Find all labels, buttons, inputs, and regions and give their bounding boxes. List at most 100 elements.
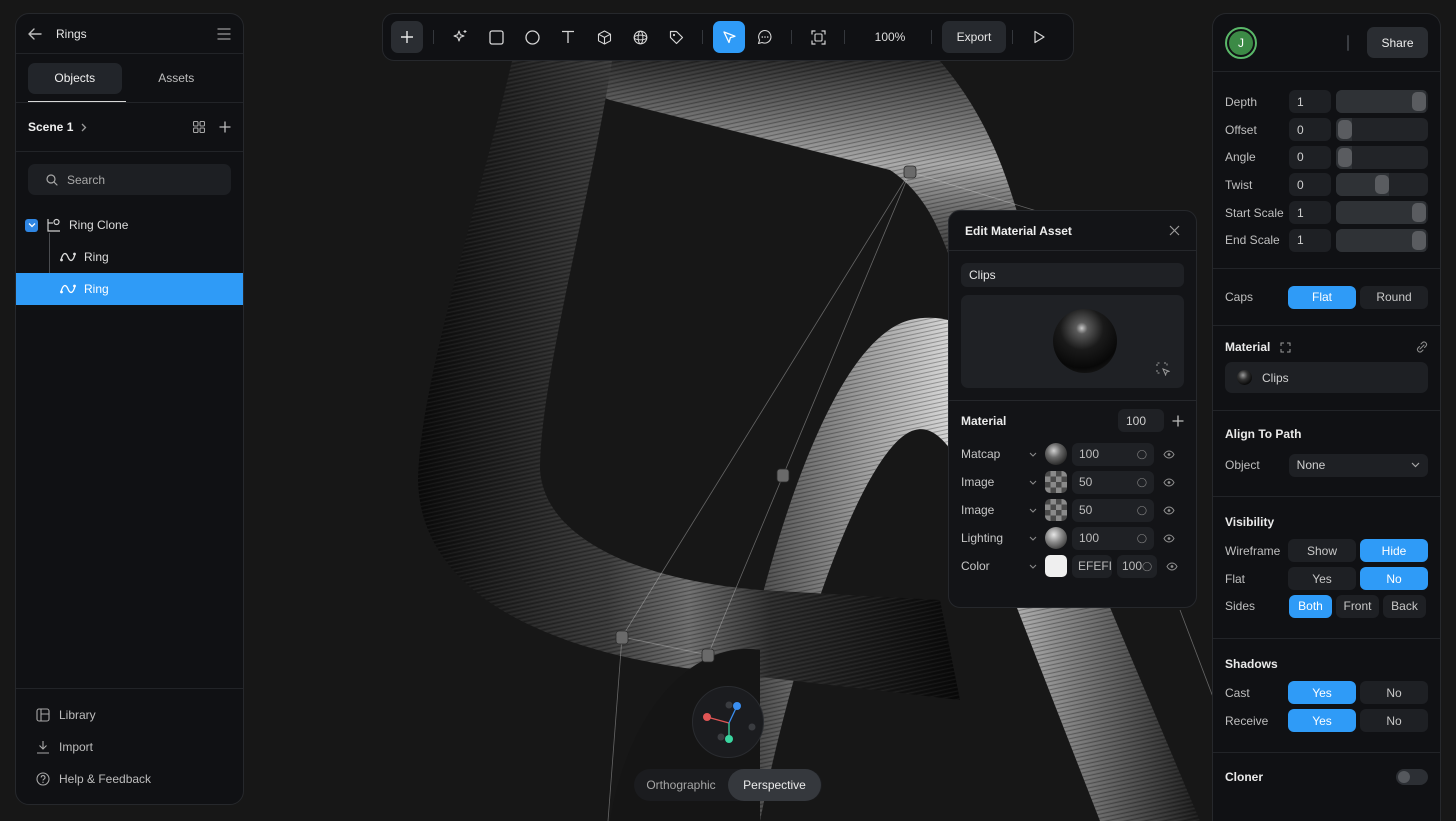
prop-value-input[interactable]: 1 [1289,201,1331,225]
eye-icon[interactable] [1166,561,1178,571]
slider-knob[interactable] [1412,92,1426,112]
material-layer-color[interactable]: Color EFEFI 100 ◯ [949,552,1196,580]
add-scene-icon[interactable] [219,121,231,133]
prop-value-input[interactable]: 0 [1289,118,1331,142]
chevron-right-icon[interactable] [81,123,87,132]
align-object-select[interactable]: None [1288,453,1428,477]
caps-flat-option[interactable]: Flat [1288,285,1356,309]
cast-no-option[interactable]: No [1360,681,1428,705]
material-layer-image[interactable]: Image 50 ◯ [949,496,1196,524]
layer-opacity-input[interactable]: 50 ◯ [1072,498,1154,522]
prop-value-input[interactable]: 0 [1289,145,1331,169]
grid-view-icon[interactable] [193,121,205,133]
layer-ring-selected[interactable]: Ring [16,273,243,305]
material-name-input[interactable]: Clips [961,263,1184,287]
chevron-down-icon[interactable] [1023,536,1043,541]
slider-knob[interactable] [1412,203,1426,223]
caps-round-option[interactable]: Round [1360,285,1428,309]
prop-value-input[interactable]: 1 [1289,228,1331,252]
flat-no-option[interactable]: No [1360,567,1428,591]
prop-slider[interactable] [1336,228,1428,252]
tab-objects[interactable]: Objects [28,62,122,94]
frame-tool-button[interactable] [802,21,834,53]
flat-yes-option[interactable]: Yes [1288,567,1356,591]
layer-opacity-input[interactable]: 100 ◯ [1072,442,1154,466]
wireframe-show-option[interactable]: Show [1288,539,1356,563]
ai-tool-button[interactable] [444,21,476,53]
eye-icon[interactable] [1163,477,1175,487]
material-layer-lighting[interactable]: Lighting 100 ◯ [949,524,1196,552]
tag-tool-button[interactable] [660,21,692,53]
unlink-icon[interactable] [1416,341,1428,353]
prop-slider[interactable] [1336,145,1428,169]
import-link[interactable]: Import [16,731,243,763]
export-button[interactable]: Export [942,21,1006,53]
eye-icon[interactable] [1163,449,1175,459]
sphere-tool-button[interactable] [624,21,656,53]
rectangle-tool-button[interactable] [480,21,512,53]
receive-yes-option[interactable]: Yes [1288,709,1356,733]
sides-both-option[interactable]: Both [1289,594,1332,618]
slider-knob[interactable] [1338,147,1352,167]
avatar[interactable]: J [1225,26,1257,59]
orientation-gizmo[interactable] [692,686,764,758]
material-chip[interactable]: Clips [1225,362,1428,394]
prop-slider[interactable] [1336,118,1428,142]
chevron-down-icon[interactable] [1023,564,1043,569]
text-tool-button[interactable] [552,21,584,53]
scene-selector[interactable]: Scene 1 [28,120,73,134]
ellipse-tool-button[interactable] [516,21,548,53]
wireframe-hide-option[interactable]: Hide [1360,539,1428,563]
eye-icon[interactable] [1163,533,1175,543]
layer-ring-clone[interactable]: Ring Clone [16,209,243,241]
prop-slider[interactable] [1336,90,1428,114]
close-icon[interactable] [1169,225,1180,236]
expand-icon[interactable] [1280,342,1291,353]
chevron-down-icon[interactable] [1023,508,1043,513]
zoom-level[interactable]: 100% [855,30,925,44]
material-layer-matcap[interactable]: Matcap 100 ◯ [949,440,1196,468]
slider-knob[interactable] [1338,120,1352,140]
material-opacity-input[interactable]: 100 [1118,409,1164,432]
material-layer-image[interactable]: Image 50 ◯ [949,468,1196,496]
layer-opacity-input[interactable]: 50 ◯ [1072,470,1154,494]
layer-swatch[interactable] [1045,499,1067,521]
perspective-option[interactable]: Perspective [728,769,821,801]
slider-knob[interactable] [1412,230,1426,250]
add-layer-icon[interactable] [1172,415,1184,427]
layer-swatch[interactable] [1045,555,1067,577]
layer-opacity-input[interactable]: 100 ◯ [1117,554,1157,578]
select-area-icon[interactable] [1156,362,1170,376]
share-button[interactable]: Share [1367,27,1428,58]
prop-slider[interactable] [1336,201,1428,225]
add-button[interactable] [391,21,423,53]
select-tool-button[interactable] [713,21,745,53]
cast-yes-option[interactable]: Yes [1288,681,1356,705]
orthographic-option[interactable]: Orthographic [634,769,728,801]
layer-opacity-input[interactable]: 100 ◯ [1072,526,1154,550]
hamburger-menu-icon[interactable] [217,27,231,40]
sides-front-option[interactable]: Front [1336,594,1379,618]
color-hex-input[interactable]: EFEFI [1072,554,1112,578]
cloner-toggle[interactable] [1396,769,1428,786]
layer-checkbox[interactable] [25,218,38,232]
tab-assets[interactable]: Assets [130,63,224,94]
play-button[interactable] [1023,21,1055,53]
back-arrow-icon[interactable] [28,27,42,40]
layer-ring[interactable]: Ring [16,241,243,273]
library-link[interactable]: Library [16,699,243,731]
layer-swatch[interactable] [1045,443,1067,465]
receive-no-option[interactable]: No [1360,709,1428,733]
layer-swatch[interactable] [1045,471,1067,493]
eye-icon[interactable] [1163,505,1175,515]
prop-value-input[interactable]: 1 [1289,90,1331,114]
search-input[interactable]: Search [28,164,231,195]
cube-tool-button[interactable] [588,21,620,53]
chevron-down-icon[interactable] [1023,452,1043,457]
prop-slider[interactable] [1336,173,1428,197]
sides-back-option[interactable]: Back [1383,594,1426,618]
chevron-down-icon[interactable] [1023,480,1043,485]
layer-swatch[interactable] [1045,527,1067,549]
slider-knob[interactable] [1375,175,1389,195]
help-link[interactable]: Help & Feedback [16,763,243,795]
